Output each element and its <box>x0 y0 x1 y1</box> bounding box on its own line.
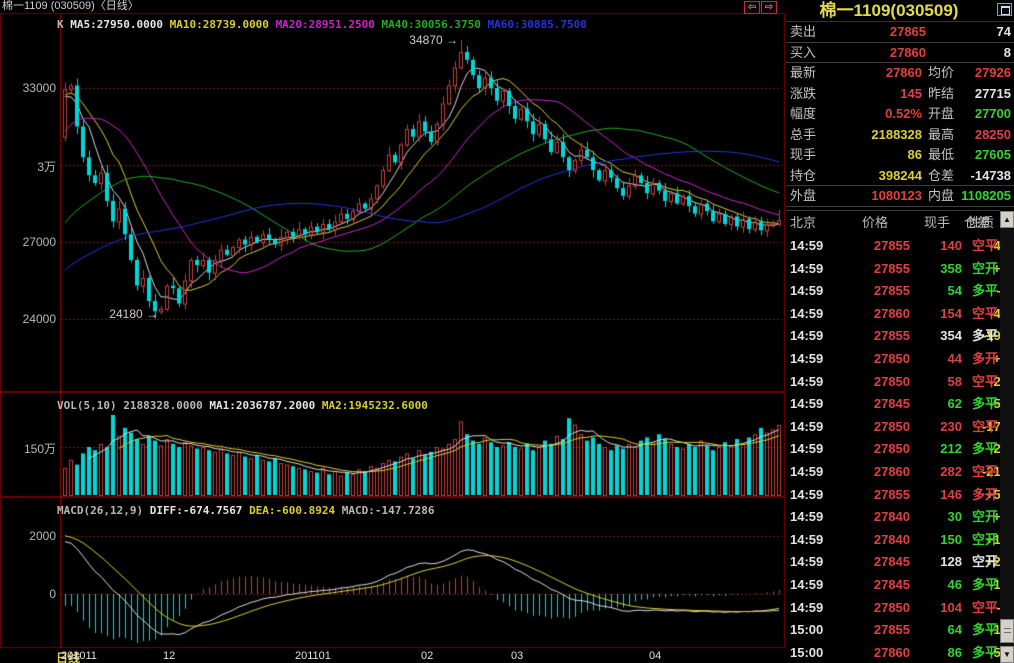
tape-header-cell: 价格 <box>862 211 888 235</box>
tape-row: 14:5927850230-176空平 <box>786 416 1000 439</box>
order-book: 卖出2786574买入278608 <box>786 22 1014 63</box>
volume-indicator-readout: VOL(5,10) 2188328.0000 MA1:2036787.2000 … <box>57 399 428 412</box>
tape-row: 14:5927845128+20空开 <box>786 551 1000 574</box>
tape-row: 15:002786086-50多平 <box>786 642 1000 663</box>
tape-header-cell[interactable]: 北京 <box>790 211 816 235</box>
tape-row: 14:5927850212-26多平 <box>786 438 1000 461</box>
scroll-left-button[interactable]: ⇦ <box>744 1 760 14</box>
stat-row: 外盘1080123内盘1108205 <box>786 186 1014 207</box>
axis-label: 33000 <box>23 81 56 95</box>
tape-row: 14:592785044+6多开 <box>786 348 1000 371</box>
tape-row: 14:5927850104-4空平 <box>786 597 1000 620</box>
x-tick-label: 04 <box>649 650 661 662</box>
quote-title-row: 棉一1109(030509) <box>786 0 1014 22</box>
tape-row: 15:002785564-18多平 <box>786 619 1000 642</box>
chart-title: 棉一1109 (030509)〈日线〉 <box>2 0 139 13</box>
book-row: 买入278608 <box>786 43 1014 64</box>
macd-indicator-readout: MACD(26,12,9) DIFF:-674.7567 DEA:-600.89… <box>57 504 435 517</box>
axis-label: 2000 <box>29 529 56 543</box>
stat-row: 现手86最低27605 <box>786 145 1014 166</box>
scrollbar-up-button[interactable]: ▲ <box>1000 211 1014 228</box>
axis-label: 0 <box>49 587 56 601</box>
formula-segment: MA60:30885.7500 <box>488 18 587 31</box>
tape-row: 14:592784030+6空开 <box>786 506 1000 529</box>
time-and-sales: 北京价格现手仓差性质 14:5927855140-42空平14:59278553… <box>786 210 1000 663</box>
stat-row: 最新27860均价27926 <box>786 63 1014 84</box>
x-tick-label: 02 <box>421 650 433 662</box>
tape-header-cell: 性质 <box>968 211 994 235</box>
tape-row: 14:5927855140-42空平 <box>786 235 1000 258</box>
stat-row: 幅度0.52%开盘27700 <box>786 104 1014 125</box>
tape-header-cell: 现手 <box>924 211 950 235</box>
formula-segment: MA5:27950.0000 <box>70 18 169 31</box>
tape-row: 14:592785058-28空平 <box>786 371 1000 394</box>
axis-label: 3万 <box>37 158 56 175</box>
stat-row: 持仓398244仓差-14738 <box>786 166 1014 187</box>
stat-row: 总手2188328最高28250 <box>786 125 1014 146</box>
axis-label: 150万 <box>24 440 56 457</box>
price-annotation: 34870 → <box>409 33 458 47</box>
tape-row: 14:592784562-50多平 <box>786 393 1000 416</box>
formula-segment: DIFF:-674.7567 <box>150 504 249 517</box>
formula-segment: K <box>57 18 70 31</box>
x-tick-label: 201011 <box>61 650 97 662</box>
formula-segment: MA10:28739.0000 <box>170 18 276 31</box>
tape-row: 14:5927855146+56多开 <box>786 484 1000 507</box>
formula-segment: MA20:28951.2500 <box>276 18 382 31</box>
formula-segment: VOL(5,10) 2188328.0000 <box>57 399 209 412</box>
formula-segment: DEA:-600.8924 <box>249 504 342 517</box>
scrollbar-down-button[interactable]: ▼ <box>1000 646 1014 663</box>
chart-region: 棉一1109 (030509)〈日线〉 ⇦ ⇨ K MA5:27950.0000… <box>0 0 785 663</box>
chart-titlebar: 棉一1109 (030509)〈日线〉 ⇦ ⇨ <box>0 0 785 14</box>
x-tick-label: 03 <box>511 650 523 662</box>
formula-segment: MA1:2036787.2000 <box>209 399 322 412</box>
trading-terminal: 棉一1109 (030509)〈日线〉 ⇦ ⇨ K MA5:27950.0000… <box>0 0 1014 663</box>
tape-header: 北京价格现手仓差性质 <box>786 210 1000 235</box>
tape-row: 14:592784546-18多平 <box>786 574 1000 597</box>
x-tick-label: 201101 <box>295 650 331 662</box>
formula-segment: MACD(26,12,9) <box>57 504 150 517</box>
price-volume-macd-chart-canvas[interactable] <box>0 0 785 663</box>
tape-row: 14:5927855358+8空开 <box>786 258 1000 281</box>
main-indicator-readout: K MA5:27950.0000 MA10:28739.0000 MA20:28… <box>57 18 587 31</box>
tape-row: 14:5927860282-214空平 <box>786 461 1000 484</box>
x-tick-label: 12 <box>163 650 175 662</box>
tape-row: 14:5927860154-40空平 <box>786 303 1000 326</box>
quote-panel: 棉一1109(030509) 卖出2786574买入278608 最新27860… <box>786 0 1014 663</box>
formula-segment: MA40:30056.3750 <box>382 18 488 31</box>
scrollbar-thumb[interactable] <box>1000 619 1014 643</box>
tape-scrollbar[interactable]: ▲ ▼ <box>1000 211 1014 663</box>
scroll-right-button[interactable]: ⇨ <box>761 1 777 14</box>
tape-rows: 14:5927855140-42空平14:5927855358+8空开14:59… <box>786 235 1000 663</box>
book-row: 卖出2786574 <box>786 22 1014 43</box>
x-axis: 日线 20101112201101020304 <box>0 648 785 663</box>
quote-stats: 最新27860均价27926涨跌145昨结27715幅度0.52%开盘27700… <box>786 63 1014 207</box>
stat-row: 涨跌145昨结27715 <box>786 84 1014 105</box>
formula-segment: MA2:1945232.6000 <box>322 399 428 412</box>
contract-title: 棉一1109(030509) <box>786 0 992 22</box>
tape-row: 14:5927840150+14空开 <box>786 529 1000 552</box>
tape-row: 14:592785554-4多平 <box>786 280 1000 303</box>
axis-label: 24000 <box>23 312 56 326</box>
axis-label: 27000 <box>23 235 56 249</box>
tape-row: 14:5927855354-196多平 <box>786 325 1000 348</box>
price-annotation: 24180 → <box>109 307 158 321</box>
restore-window-icon[interactable] <box>997 3 1012 16</box>
formula-segment: MACD:-147.7286 <box>342 504 435 517</box>
